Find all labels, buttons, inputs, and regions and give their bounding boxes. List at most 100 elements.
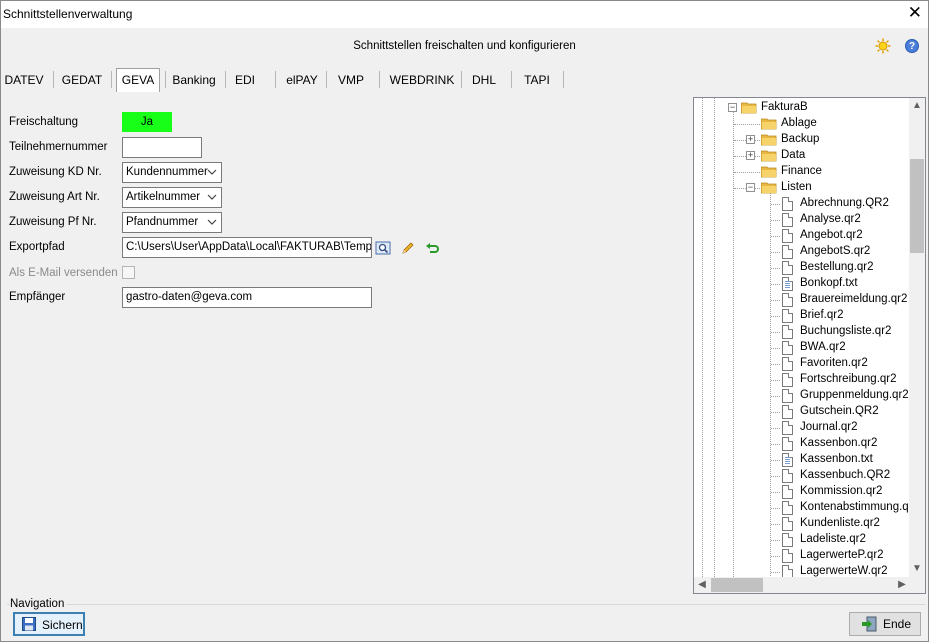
tree-node-file[interactable]: Ladeliste.qr2	[694, 532, 910, 548]
freischaltung-label: Freischaltung	[9, 116, 79, 128]
teilnehmer-input[interactable]	[122, 137, 202, 158]
scroll-thumb[interactable]	[711, 578, 763, 592]
undo-icon[interactable]	[425, 240, 441, 256]
tree-node-file[interactable]: Fortschreibung.qr2	[694, 372, 910, 388]
tree-node-root[interactable]: − FakturaB	[694, 100, 910, 116]
freischaltung-toggle[interactable]: Ja	[122, 112, 172, 132]
scroll-down-icon[interactable]: ▼	[909, 561, 925, 577]
tree-node-file[interactable]: Kassenbuch.QR2	[694, 468, 910, 484]
empfaenger-input[interactable]: gastro-daten@geva.com	[122, 287, 372, 308]
tree-node-file[interactable]: Brief.qr2	[694, 308, 910, 324]
folder-icon	[760, 133, 777, 146]
tree-node-file[interactable]: Favoriten.qr2	[694, 356, 910, 372]
tab-divider	[53, 71, 54, 88]
tree-node-label: Data	[781, 149, 806, 161]
file-icon	[782, 229, 793, 243]
pencil-icon[interactable]	[400, 240, 416, 256]
tree-node-label: Gutschein.QR2	[800, 405, 879, 417]
tree-node-file[interactable]: Kommission.qr2	[694, 484, 910, 500]
tree-node-folder[interactable]: + Data	[694, 148, 910, 164]
tab-edi[interactable]: EDI	[229, 68, 261, 91]
tree-node-file[interactable]: Kassenbon.txt	[694, 452, 910, 468]
file-icon	[782, 197, 793, 211]
tab-vmp[interactable]: VMP	[332, 68, 370, 91]
chevron-down-icon	[207, 190, 217, 211]
tree-node-label: BWA.qr2	[800, 341, 846, 353]
file-icon	[782, 245, 793, 259]
tab-dhl[interactable]: DHL	[466, 68, 502, 91]
tree-node-file[interactable]: Bestellung.qr2	[694, 260, 910, 276]
tree-node-file[interactable]: Buchungsliste.qr2	[694, 324, 910, 340]
tree-node-file[interactable]: Angebot.qr2	[694, 228, 910, 244]
tree-node-folder[interactable]: Finance	[694, 164, 910, 180]
tree-horizontal-scrollbar[interactable]: ◀ ▶	[694, 577, 910, 593]
tree-node-file[interactable]: Bonkopf.txt	[694, 276, 910, 292]
tab-divider	[111, 71, 112, 88]
tree-node-file[interactable]: Abrechnung.QR2	[694, 196, 910, 212]
file-icon	[782, 325, 793, 339]
tab-divider	[511, 71, 512, 88]
tree-guide-line	[771, 492, 780, 493]
file-icon	[782, 213, 793, 227]
tree-node-file[interactable]: Journal.qr2	[694, 420, 910, 436]
collapse-icon[interactable]: −	[728, 103, 737, 112]
folder-tree[interactable]: − FakturaB Ablage + Backup + Data Finance − Liste…	[693, 97, 926, 594]
floppy-icon	[22, 617, 36, 631]
tree-content: − FakturaB Ablage + Backup + Data Finance − Liste…	[694, 98, 910, 577]
help-icon[interactable]: ?	[905, 39, 919, 53]
tree-node-file[interactable]: BWA.qr2	[694, 340, 910, 356]
tree-node-file[interactable]: Gutschein.QR2	[694, 404, 910, 420]
tab-elpay[interactable]: elPAY	[281, 68, 323, 91]
tree-node-folder[interactable]: + Backup	[694, 132, 910, 148]
scroll-left-icon[interactable]: ◀	[694, 577, 710, 593]
export-path-input[interactable]: C:\Users\User\AppData\Local\FAKTURAB\Tem…	[122, 237, 372, 258]
tree-node-file[interactable]: LagerwerteW.qr2	[694, 564, 910, 577]
tree-node-file[interactable]: LagerwerteP.qr2	[694, 548, 910, 564]
tab-webdrink[interactable]: WEBDRINK	[385, 68, 459, 91]
tree-node-file[interactable]: Analyse.qr2	[694, 212, 910, 228]
tree-node-file[interactable]: Kontenabstimmung.qr2	[694, 500, 910, 516]
pf-select[interactable]: Pfandnummer	[122, 212, 222, 233]
tree-guide-line	[771, 412, 780, 413]
tree-vertical-scrollbar[interactable]: ▲ ▼	[909, 98, 925, 577]
sun-icon[interactable]	[875, 38, 891, 54]
email-checkbox[interactable]	[122, 266, 135, 279]
folder-icon	[760, 181, 777, 194]
tab-tapi[interactable]: TAPI	[517, 68, 557, 91]
kd-select[interactable]: Kundennummer	[122, 162, 222, 183]
expand-icon[interactable]: +	[746, 151, 755, 160]
tree-node-file[interactable]: Brauereimeldung.qr2	[694, 292, 910, 308]
tab-gedat[interactable]: GEDAT	[59, 68, 105, 91]
tree-node-folder[interactable]: Ablage	[694, 116, 910, 132]
scroll-up-icon[interactable]: ▲	[909, 98, 925, 114]
browse-icon[interactable]	[375, 240, 391, 256]
file-icon	[782, 373, 793, 387]
tree-node-label: AngebotS.qr2	[800, 245, 871, 257]
tree-node-label: Ladeliste.qr2	[800, 533, 866, 545]
tree-node-label: Gruppenmeldung.qr2	[800, 389, 909, 401]
tree-node-file[interactable]: Kassenbon.qr2	[694, 436, 910, 452]
scroll-thumb[interactable]	[910, 159, 924, 253]
scroll-right-icon[interactable]: ▶	[894, 577, 910, 593]
file-icon	[782, 421, 793, 435]
save-button-label: Sichern	[42, 618, 83, 632]
tree-node-label: Kommission.qr2	[800, 485, 883, 497]
collapse-icon[interactable]: −	[746, 183, 755, 192]
tab-banking[interactable]: Banking	[169, 68, 219, 91]
tab-geva[interactable]: GEVA	[116, 68, 160, 92]
tab-datev[interactable]: DATEV	[4, 68, 44, 91]
tree-node-label: Finance	[781, 165, 822, 177]
tree-guide-line	[771, 316, 780, 317]
expand-icon[interactable]: +	[746, 135, 755, 144]
close-icon[interactable]: ✕	[908, 3, 922, 23]
tree-guide-line	[771, 204, 780, 205]
save-button[interactable]: Sichern	[13, 612, 85, 636]
tree-node-file[interactable]: Gruppenmeldung.qr2	[694, 388, 910, 404]
tree-node-label: Bonkopf.txt	[800, 277, 858, 289]
tree-node-file[interactable]: AngebotS.qr2	[694, 244, 910, 260]
tree-node-file[interactable]: Kundenliste.qr2	[694, 516, 910, 532]
tree-node-label: Ablage	[781, 117, 817, 129]
tree-node-folder[interactable]: − Listen	[694, 180, 910, 196]
art-select[interactable]: Artikelnummer	[122, 187, 222, 208]
end-button[interactable]: Ende	[849, 612, 921, 636]
